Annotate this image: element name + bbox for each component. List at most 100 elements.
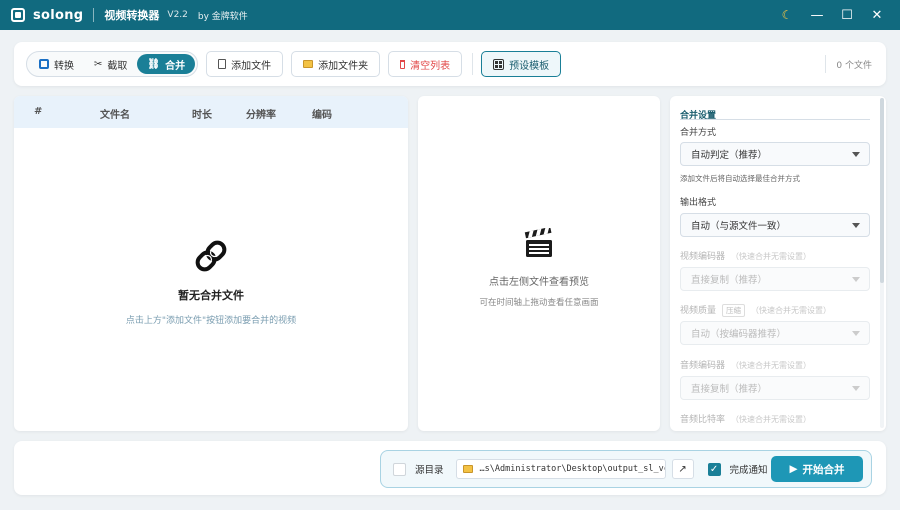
close-button[interactable]: ✕ bbox=[862, 0, 892, 30]
merge-settings-panel: 合并设置 合并方式 自动判定（推荐） 添加文件后将自动选择最佳合并方式 输出格式… bbox=[670, 96, 886, 431]
output-format-label: 输出格式 bbox=[680, 198, 717, 208]
app-version: V2.2 bbox=[167, 10, 188, 20]
notify-label: 完成通知 bbox=[729, 465, 768, 476]
mode-convert-tab[interactable]: 转换 bbox=[29, 54, 84, 74]
column-filename: 文件名 bbox=[100, 110, 130, 121]
video-encoder-label-text: 视频编码器 bbox=[680, 252, 726, 262]
scissors-icon: ✂ bbox=[94, 58, 103, 70]
video-quality-hint: （快速合并无需设置） bbox=[751, 306, 832, 315]
brand-name: solong bbox=[33, 7, 84, 23]
source-dir-checkbox[interactable] bbox=[393, 462, 406, 476]
title-bar: solong 视频转换器 V2.2 by 金牌软件 ☾ — ☐ ✕ bbox=[0, 0, 900, 30]
start-merge-label: 开始合并 bbox=[802, 463, 845, 476]
convert-icon bbox=[39, 59, 49, 69]
chevron-down-icon bbox=[852, 331, 860, 336]
source-dir-label: 源目录 bbox=[415, 465, 444, 476]
audio-encoder-select[interactable]: 直接复制（推荐） bbox=[680, 376, 870, 400]
title-divider bbox=[93, 8, 95, 22]
preview-hint: 可在时间轴上拖动查看任意画面 bbox=[479, 298, 599, 308]
clear-list-button[interactable]: 清空列表 bbox=[388, 51, 463, 77]
preview-placeholder: 点击左侧文件查看预览 可在时间轴上拖动查看任意画面 bbox=[418, 226, 660, 308]
add-file-label: 添加文件 bbox=[231, 60, 272, 72]
file-list-header: # 文件名 时长 分辨率 编码 bbox=[14, 96, 408, 128]
chevron-down-icon bbox=[852, 277, 860, 282]
grid-icon bbox=[493, 58, 505, 70]
minimize-button[interactable]: — bbox=[802, 0, 832, 30]
folder-icon bbox=[303, 60, 314, 68]
chain-link-icon bbox=[195, 240, 227, 272]
video-quality-label: 视频质量 压缩 （快速合并无需设置） bbox=[680, 303, 831, 317]
play-icon: ▶ bbox=[789, 463, 798, 475]
mode-merge-tab[interactable]: ⛓ 合并 bbox=[137, 54, 196, 74]
column-index: # bbox=[34, 106, 43, 117]
video-encoder-select[interactable]: 直接复制（推荐） bbox=[680, 267, 870, 291]
theme-toggle-moon-icon[interactable]: ☾ bbox=[772, 0, 802, 30]
chevron-down-icon bbox=[852, 386, 860, 391]
merge-mode-select[interactable]: 自动判定（推荐） bbox=[680, 142, 870, 166]
file-count-divider bbox=[825, 55, 827, 73]
add-folder-button[interactable]: 添加文件夹 bbox=[291, 51, 381, 77]
chevron-down-icon bbox=[852, 152, 860, 157]
audio-encoder-value: 直接复制（推荐） bbox=[691, 384, 768, 395]
video-encoder-hint: （快速合并无需设置） bbox=[731, 252, 812, 261]
merge-mode-label: 合并方式 bbox=[680, 128, 717, 138]
preview-title: 点击左侧文件查看预览 bbox=[489, 277, 589, 288]
toolbar-divider bbox=[472, 53, 474, 75]
preview-panel: 点击左侧文件查看预览 可在时间轴上拖动查看任意画面 bbox=[418, 96, 660, 431]
add-file-button[interactable]: 添加文件 bbox=[206, 51, 284, 77]
mode-merge-label: 合并 bbox=[165, 60, 186, 72]
file-icon bbox=[218, 59, 227, 69]
merge-mode-note: 添加文件后将自动选择最佳合并方式 bbox=[680, 174, 800, 183]
audio-encoder-label-text: 音频编码器 bbox=[680, 361, 726, 371]
mode-switcher: 转换 ✂ 截取 ⛓ 合并 bbox=[26, 51, 199, 77]
file-list-empty-state: 暂无合并文件 点击上方"添加文件"按钮添加要合并的视频 bbox=[14, 236, 408, 326]
app-logo-icon bbox=[11, 8, 25, 22]
main-toolbar: 转换 ✂ 截取 ⛓ 合并 添加文件 添加文件夹 清空列表 预设模板 0 个文件 bbox=[14, 42, 886, 86]
link-icon: ⛓ bbox=[147, 58, 161, 70]
audio-encoder-label: 音频编码器 （快速合并无需设置） bbox=[680, 358, 811, 371]
audio-bitrate-hint: （快速合并无需设置） bbox=[731, 415, 812, 424]
bottom-bar: 源目录 …s\Administrator\Desktop\output_sl_v… bbox=[14, 441, 886, 495]
start-merge-button[interactable]: ▶ 开始合并 bbox=[771, 456, 863, 482]
clear-list-label: 清空列表 bbox=[410, 60, 451, 72]
output-options: 源目录 …s\Administrator\Desktop\output_sl_v… bbox=[380, 450, 872, 488]
app-title: 视频转换器 bbox=[104, 9, 160, 22]
output-path-field[interactable]: …s\Administrator\Desktop\output_sl_vc bbox=[455, 459, 666, 479]
maximize-button[interactable]: ☐ bbox=[832, 0, 862, 30]
settings-section-divider bbox=[680, 119, 870, 120]
audio-bitrate-label: 音频比特率 （快速合并无需设置） bbox=[680, 412, 811, 425]
video-quality-tag: 压缩 bbox=[722, 304, 746, 317]
video-quality-label-text: 视频质量 bbox=[680, 306, 717, 316]
file-count-text: 0 个文件 bbox=[836, 60, 872, 71]
output-path-text: …s\Administrator\Desktop\output_sl_vc bbox=[479, 464, 666, 474]
clapperboard-icon bbox=[524, 226, 552, 257]
empty-hint: 点击上方"添加文件"按钮添加要合并的视频 bbox=[125, 316, 297, 326]
column-resolution: 分辨率 bbox=[246, 110, 276, 121]
output-format-select[interactable]: 自动（与源文件一致） bbox=[680, 213, 870, 237]
video-quality-select[interactable]: 自动（按编码器推荐） bbox=[680, 321, 870, 345]
empty-title: 暂无合并文件 bbox=[178, 289, 244, 302]
video-encoder-label: 视频编码器 （快速合并无需设置） bbox=[680, 249, 811, 262]
output-format-value: 自动（与源文件一致） bbox=[691, 221, 787, 232]
preset-panel-label: 预设模板 bbox=[509, 60, 550, 72]
open-folder-button[interactable]: ↗ bbox=[671, 459, 694, 479]
video-quality-value: 自动（按编码器推荐） bbox=[691, 329, 787, 340]
file-count: 0 个文件 bbox=[825, 42, 872, 86]
column-duration: 时长 bbox=[192, 110, 212, 121]
audio-bitrate-label-text: 音频比特率 bbox=[680, 415, 726, 425]
company-name: by 金牌软件 bbox=[197, 11, 248, 22]
external-link-icon: ↗ bbox=[678, 463, 687, 475]
preset-panel-button[interactable]: 预设模板 bbox=[481, 51, 562, 77]
video-encoder-value: 直接复制（推荐） bbox=[691, 275, 768, 286]
window-controls: ☾ — ☐ ✕ bbox=[772, 0, 892, 30]
add-folder-label: 添加文件夹 bbox=[318, 60, 369, 72]
folder-icon bbox=[462, 465, 473, 473]
notify-checkbox[interactable]: ✓ bbox=[707, 462, 721, 476]
column-codec: 编码 bbox=[312, 110, 332, 121]
trash-icon bbox=[400, 59, 406, 69]
chevron-down-icon bbox=[852, 223, 860, 228]
mode-clip-label: 截取 bbox=[107, 60, 128, 72]
mode-clip-tab[interactable]: ✂ 截取 bbox=[84, 54, 137, 74]
merge-mode-value: 自动判定（推荐） bbox=[691, 150, 768, 161]
settings-scrollbar-thumb[interactable] bbox=[880, 98, 884, 283]
